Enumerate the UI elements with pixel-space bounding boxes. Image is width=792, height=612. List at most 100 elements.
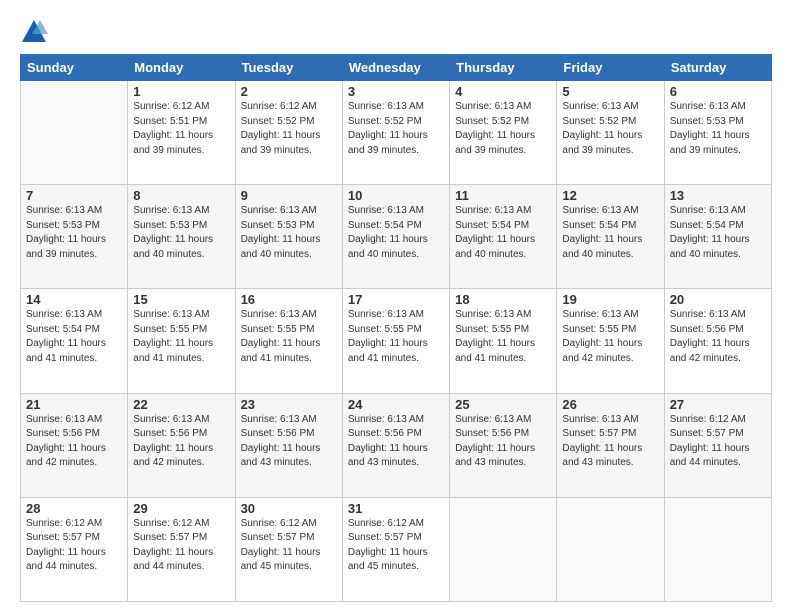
calendar-cell: 5Sunrise: 6:13 AM Sunset: 5:52 PM Daylig…: [557, 81, 664, 185]
calendar-table: SundayMondayTuesdayWednesdayThursdayFrid…: [20, 54, 772, 602]
day-number: 14: [26, 292, 122, 307]
header-cell-friday: Friday: [557, 55, 664, 81]
calendar-cell: 18Sunrise: 6:13 AM Sunset: 5:55 PM Dayli…: [450, 289, 557, 393]
calendar-cell: 11Sunrise: 6:13 AM Sunset: 5:54 PM Dayli…: [450, 185, 557, 289]
day-number: 2: [241, 84, 337, 99]
day-info: Sunrise: 6:13 AM Sunset: 5:52 PM Dayligh…: [348, 100, 444, 158]
day-number: 20: [670, 292, 766, 307]
day-info: Sunrise: 6:13 AM Sunset: 5:54 PM Dayligh…: [455, 204, 551, 262]
day-info: Sunrise: 6:13 AM Sunset: 5:52 PM Dayligh…: [455, 100, 551, 158]
week-row-4: 21Sunrise: 6:13 AM Sunset: 5:56 PM Dayli…: [21, 393, 772, 497]
header-cell-thursday: Thursday: [450, 55, 557, 81]
day-number: 25: [455, 397, 551, 412]
calendar-cell: 29Sunrise: 6:12 AM Sunset: 5:57 PM Dayli…: [128, 497, 235, 601]
day-info: Sunrise: 6:12 AM Sunset: 5:57 PM Dayligh…: [348, 517, 444, 575]
day-info: Sunrise: 6:13 AM Sunset: 5:54 PM Dayligh…: [26, 308, 122, 366]
calendar-cell: 17Sunrise: 6:13 AM Sunset: 5:55 PM Dayli…: [342, 289, 449, 393]
week-row-1: 1Sunrise: 6:12 AM Sunset: 5:51 PM Daylig…: [21, 81, 772, 185]
day-info: Sunrise: 6:12 AM Sunset: 5:51 PM Dayligh…: [133, 100, 229, 158]
header-cell-wednesday: Wednesday: [342, 55, 449, 81]
day-info: Sunrise: 6:13 AM Sunset: 5:56 PM Dayligh…: [455, 413, 551, 471]
day-number: 21: [26, 397, 122, 412]
calendar-cell: 7Sunrise: 6:13 AM Sunset: 5:53 PM Daylig…: [21, 185, 128, 289]
calendar-cell: 8Sunrise: 6:13 AM Sunset: 5:53 PM Daylig…: [128, 185, 235, 289]
day-number: 8: [133, 188, 229, 203]
day-info: Sunrise: 6:12 AM Sunset: 5:52 PM Dayligh…: [241, 100, 337, 158]
calendar-cell: 31Sunrise: 6:12 AM Sunset: 5:57 PM Dayli…: [342, 497, 449, 601]
header: [20, 18, 772, 46]
header-cell-tuesday: Tuesday: [235, 55, 342, 81]
day-number: 23: [241, 397, 337, 412]
calendar-cell: 13Sunrise: 6:13 AM Sunset: 5:54 PM Dayli…: [664, 185, 771, 289]
day-number: 1: [133, 84, 229, 99]
day-number: 26: [562, 397, 658, 412]
day-info: Sunrise: 6:13 AM Sunset: 5:56 PM Dayligh…: [133, 413, 229, 471]
day-number: 22: [133, 397, 229, 412]
day-info: Sunrise: 6:13 AM Sunset: 5:55 PM Dayligh…: [562, 308, 658, 366]
day-info: Sunrise: 6:13 AM Sunset: 5:56 PM Dayligh…: [348, 413, 444, 471]
calendar-cell: 16Sunrise: 6:13 AM Sunset: 5:55 PM Dayli…: [235, 289, 342, 393]
calendar-cell: 3Sunrise: 6:13 AM Sunset: 5:52 PM Daylig…: [342, 81, 449, 185]
calendar-cell: 4Sunrise: 6:13 AM Sunset: 5:52 PM Daylig…: [450, 81, 557, 185]
header-cell-saturday: Saturday: [664, 55, 771, 81]
calendar-cell: 30Sunrise: 6:12 AM Sunset: 5:57 PM Dayli…: [235, 497, 342, 601]
calendar-cell: 1Sunrise: 6:12 AM Sunset: 5:51 PM Daylig…: [128, 81, 235, 185]
day-number: 19: [562, 292, 658, 307]
calendar-cell: 9Sunrise: 6:13 AM Sunset: 5:53 PM Daylig…: [235, 185, 342, 289]
logo: [20, 18, 52, 46]
day-info: Sunrise: 6:13 AM Sunset: 5:55 PM Dayligh…: [133, 308, 229, 366]
header-cell-sunday: Sunday: [21, 55, 128, 81]
calendar-cell: 6Sunrise: 6:13 AM Sunset: 5:53 PM Daylig…: [664, 81, 771, 185]
day-info: Sunrise: 6:13 AM Sunset: 5:55 PM Dayligh…: [455, 308, 551, 366]
day-number: 30: [241, 501, 337, 516]
day-info: Sunrise: 6:13 AM Sunset: 5:53 PM Dayligh…: [26, 204, 122, 262]
calendar-cell: 24Sunrise: 6:13 AM Sunset: 5:56 PM Dayli…: [342, 393, 449, 497]
calendar-cell: 2Sunrise: 6:12 AM Sunset: 5:52 PM Daylig…: [235, 81, 342, 185]
day-number: 4: [455, 84, 551, 99]
calendar-cell: [664, 497, 771, 601]
day-info: Sunrise: 6:12 AM Sunset: 5:57 PM Dayligh…: [241, 517, 337, 575]
day-number: 13: [670, 188, 766, 203]
week-row-2: 7Sunrise: 6:13 AM Sunset: 5:53 PM Daylig…: [21, 185, 772, 289]
day-number: 27: [670, 397, 766, 412]
day-info: Sunrise: 6:13 AM Sunset: 5:55 PM Dayligh…: [241, 308, 337, 366]
day-number: 28: [26, 501, 122, 516]
calendar-cell: 28Sunrise: 6:12 AM Sunset: 5:57 PM Dayli…: [21, 497, 128, 601]
day-info: Sunrise: 6:13 AM Sunset: 5:52 PM Dayligh…: [562, 100, 658, 158]
day-number: 10: [348, 188, 444, 203]
calendar-cell: 12Sunrise: 6:13 AM Sunset: 5:54 PM Dayli…: [557, 185, 664, 289]
day-number: 6: [670, 84, 766, 99]
day-number: 29: [133, 501, 229, 516]
calendar-cell: [557, 497, 664, 601]
calendar-cell: 14Sunrise: 6:13 AM Sunset: 5:54 PM Dayli…: [21, 289, 128, 393]
day-number: 3: [348, 84, 444, 99]
calendar-cell: 23Sunrise: 6:13 AM Sunset: 5:56 PM Dayli…: [235, 393, 342, 497]
day-number: 12: [562, 188, 658, 203]
week-row-5: 28Sunrise: 6:12 AM Sunset: 5:57 PM Dayli…: [21, 497, 772, 601]
calendar-cell: 19Sunrise: 6:13 AM Sunset: 5:55 PM Dayli…: [557, 289, 664, 393]
page: SundayMondayTuesdayWednesdayThursdayFrid…: [0, 0, 792, 612]
calendar-cell: 25Sunrise: 6:13 AM Sunset: 5:56 PM Dayli…: [450, 393, 557, 497]
day-number: 11: [455, 188, 551, 203]
calendar-cell: 21Sunrise: 6:13 AM Sunset: 5:56 PM Dayli…: [21, 393, 128, 497]
day-number: 31: [348, 501, 444, 516]
day-info: Sunrise: 6:12 AM Sunset: 5:57 PM Dayligh…: [26, 517, 122, 575]
day-number: 9: [241, 188, 337, 203]
day-info: Sunrise: 6:13 AM Sunset: 5:56 PM Dayligh…: [241, 413, 337, 471]
day-info: Sunrise: 6:13 AM Sunset: 5:56 PM Dayligh…: [26, 413, 122, 471]
day-number: 24: [348, 397, 444, 412]
day-info: Sunrise: 6:13 AM Sunset: 5:54 PM Dayligh…: [670, 204, 766, 262]
day-number: 5: [562, 84, 658, 99]
calendar-cell: [450, 497, 557, 601]
day-number: 17: [348, 292, 444, 307]
day-info: Sunrise: 6:12 AM Sunset: 5:57 PM Dayligh…: [133, 517, 229, 575]
day-info: Sunrise: 6:13 AM Sunset: 5:54 PM Dayligh…: [562, 204, 658, 262]
day-number: 7: [26, 188, 122, 203]
day-info: Sunrise: 6:13 AM Sunset: 5:53 PM Dayligh…: [133, 204, 229, 262]
day-info: Sunrise: 6:12 AM Sunset: 5:57 PM Dayligh…: [670, 413, 766, 471]
day-number: 15: [133, 292, 229, 307]
calendar-cell: 10Sunrise: 6:13 AM Sunset: 5:54 PM Dayli…: [342, 185, 449, 289]
day-info: Sunrise: 6:13 AM Sunset: 5:55 PM Dayligh…: [348, 308, 444, 366]
calendar-cell: 20Sunrise: 6:13 AM Sunset: 5:56 PM Dayli…: [664, 289, 771, 393]
calendar-cell: 22Sunrise: 6:13 AM Sunset: 5:56 PM Dayli…: [128, 393, 235, 497]
